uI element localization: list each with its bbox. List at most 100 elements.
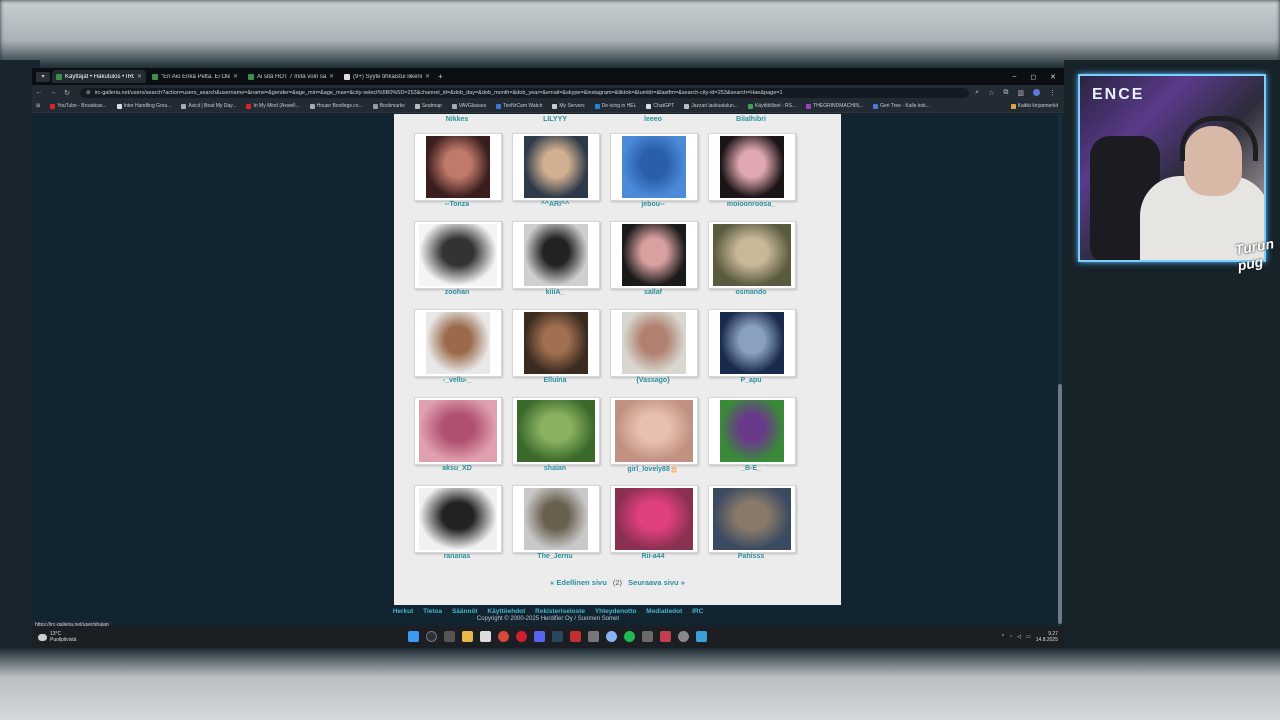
site-info-icon[interactable]: ⊜ xyxy=(86,90,91,96)
new-tab-icon[interactable]: + xyxy=(438,72,443,81)
spotify-icon[interactable] xyxy=(624,631,635,642)
weather-widget[interactable]: 13°C Puolipilvistä xyxy=(32,631,76,643)
bookmark-item[interactable]: Avicii | Beat My Day... xyxy=(181,103,236,109)
user-photo-card[interactable] xyxy=(708,309,796,377)
footer-link-mediatiedot[interactable]: Mediatiedot xyxy=(646,608,682,615)
settings-icon[interactable] xyxy=(678,631,689,642)
bookmark-item[interactable]: In My Mind (Axwell... xyxy=(246,103,300,109)
user-name-link[interactable]: girl_lovely88🎂 xyxy=(609,465,697,473)
user-photo[interactable] xyxy=(524,312,588,374)
user-name-link[interactable]: _B-E_ xyxy=(707,465,795,472)
bookmark-item[interactable]: Käyttötiliset - RS... xyxy=(747,103,796,109)
user-name-link[interactable]: Pahisss xyxy=(707,553,795,560)
user-photo[interactable] xyxy=(622,136,686,198)
user-name-link[interactable]: ^^ARI^^ xyxy=(511,201,599,208)
chevron-up-icon[interactable]: ^ xyxy=(1002,634,1004,640)
footer-link-rekisteriseloste[interactable]: Rekisteriseloste xyxy=(535,608,585,615)
user-photo[interactable] xyxy=(419,400,497,462)
obs-icon[interactable] xyxy=(660,631,671,642)
bookmark-star-icon[interactable]: ☆ xyxy=(988,89,994,97)
user-photo-card[interactable] xyxy=(708,397,796,465)
user-name-link[interactable]: Bilalhibri xyxy=(707,116,795,123)
next-page-link[interactable]: Seuraava sivu » xyxy=(628,578,685,587)
user-name-link[interactable]: shaian xyxy=(511,465,599,472)
bookmark-item[interactable]: THEGRINDMACHIN... xyxy=(806,103,863,109)
bookmark-item[interactable]: House Bootlegs.co... xyxy=(309,103,363,109)
user-photo-card[interactable] xyxy=(512,485,600,553)
profile-avatar[interactable] xyxy=(1033,88,1040,96)
app-icon[interactable] xyxy=(588,631,599,642)
user-name-link[interactable]: jebou-- xyxy=(609,201,697,208)
reload-icon[interactable]: ↻ xyxy=(60,89,74,97)
user-photo[interactable] xyxy=(720,136,784,198)
address-bar[interactable]: ⊜ irc-galleria.net/users/search?action=u… xyxy=(80,87,970,98)
maximize-icon[interactable]: ◻ xyxy=(1030,73,1036,81)
bookmark-item[interactable]: ChatGPT xyxy=(646,103,674,109)
user-photo[interactable] xyxy=(419,224,497,286)
tab-search-button[interactable]: ▾ xyxy=(36,71,50,82)
user-photo-card[interactable] xyxy=(414,133,502,201)
bookmark-item[interactable]: Inter Handling Grou... xyxy=(116,103,171,109)
user-photo-card[interactable] xyxy=(512,221,600,289)
user-photo-card[interactable] xyxy=(610,397,698,465)
xbox-icon[interactable] xyxy=(642,631,653,642)
tab-1[interactable]: "En Aio Enkä Pelta. Ei Olen Sei✕ xyxy=(148,70,242,83)
user-name-link[interactable]: The_Jernu xyxy=(511,553,599,560)
menu-icon[interactable]: ⋮ xyxy=(1049,89,1056,97)
bookmark-item[interactable]: My Servers xyxy=(552,103,585,109)
user-photo-card[interactable] xyxy=(414,309,502,377)
user-photo-card[interactable] xyxy=(610,485,698,553)
user-photo-card[interactable] xyxy=(610,221,698,289)
user-name-link[interactable]: Rii-a44 xyxy=(609,553,697,560)
browser-icon[interactable] xyxy=(606,631,617,642)
tab-2[interactable]: Ai sitä HOT 7 mitä voin sanoi✕ xyxy=(244,70,338,83)
user-name-link[interactable]: aksu_XD xyxy=(413,465,501,472)
chrome-icon[interactable] xyxy=(498,631,509,642)
user-photo-card[interactable] xyxy=(414,485,502,553)
bookmark-item[interactable]: Seatmap xyxy=(414,103,442,109)
zoom-icon[interactable]: ⌕ xyxy=(975,89,979,97)
footer-link-yhteydenotto[interactable]: Yhteydenotto xyxy=(595,608,637,615)
footer-link-saannot[interactable]: Säännöt xyxy=(452,608,478,615)
all-bookmarks[interactable]: Kaikki kirjanmerkit xyxy=(1010,103,1064,109)
user-name-link[interactable]: --Tonza xyxy=(413,201,501,208)
close-tab-icon[interactable]: ✕ xyxy=(329,73,334,80)
store-icon[interactable] xyxy=(480,631,491,642)
tab-0[interactable]: Käyttäjät • Hakutulos • IRC-Galleria✕ xyxy=(52,70,146,83)
task-view-icon[interactable] xyxy=(444,631,455,642)
user-name-link[interactable]: rananas xyxy=(413,553,501,560)
footer-link-irc[interactable]: IRC xyxy=(692,608,703,615)
user-name-link[interactable]: leeeo xyxy=(609,116,697,123)
user-photo[interactable] xyxy=(524,488,588,550)
clock[interactable]: 9.27 14.8.2025 xyxy=(1036,631,1058,643)
user-photo[interactable] xyxy=(426,312,490,374)
user-photo-card[interactable] xyxy=(414,397,502,465)
user-photo[interactable] xyxy=(615,488,693,550)
user-photo[interactable] xyxy=(524,224,588,286)
back-icon[interactable]: ← xyxy=(32,89,46,96)
tab-3[interactable]: (9+) Syyte tihkaistui liikenneil✕ xyxy=(340,70,434,83)
bookmark-item[interactable]: Jazzari laskuatulun... xyxy=(684,103,738,109)
bookmark-item[interactable]: Bookmarks xyxy=(372,103,405,109)
user-photo-card[interactable] xyxy=(414,221,502,289)
user-photo[interactable] xyxy=(426,136,490,198)
steam-icon[interactable] xyxy=(552,631,563,642)
app-icon[interactable] xyxy=(696,631,707,642)
user-name-link[interactable]: Elluina xyxy=(511,377,599,384)
bookmark-item[interactable]: Geri Tree - Kalle kok... xyxy=(873,103,930,109)
minimize-icon[interactable]: – xyxy=(1012,73,1016,81)
opera-icon[interactable] xyxy=(516,631,527,642)
user-photo[interactable] xyxy=(615,400,693,462)
user-photo[interactable] xyxy=(713,488,791,550)
file-explorer-icon[interactable] xyxy=(462,631,473,642)
network-icon[interactable]: ◔ xyxy=(1009,634,1012,640)
close-window-icon[interactable]: ✕ xyxy=(1050,73,1056,81)
close-tab-icon[interactable]: ✕ xyxy=(425,73,430,80)
user-photo[interactable] xyxy=(622,312,686,374)
user-photo-card[interactable] xyxy=(512,397,600,465)
previous-page-link[interactable]: « Edellinen sivu xyxy=(550,578,607,587)
user-photo-card[interactable] xyxy=(610,309,698,377)
footer-link-tietoa[interactable]: Tietoa xyxy=(423,608,442,615)
user-name-link[interactable]: Nikkes xyxy=(413,116,501,123)
scrollbar[interactable] xyxy=(1058,114,1062,626)
